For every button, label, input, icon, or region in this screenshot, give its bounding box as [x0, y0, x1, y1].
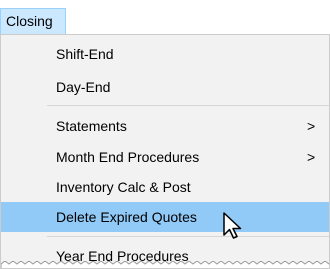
chevron-right-icon: > — [307, 149, 316, 165]
menu-item-inventory-calc-post[interactable]: Inventory Calc & Post — [1, 172, 329, 202]
menubar-closing-label: Closing — [6, 13, 53, 29]
menu-separator — [47, 236, 329, 237]
menu-separator — [47, 105, 329, 106]
menu-item-label: Shift-End — [56, 46, 114, 62]
menu-item-label: Statements — [56, 118, 127, 134]
menu-item-month-end-procedures[interactable]: Month End Procedures > — [1, 142, 329, 172]
menu-item-delete-expired-quotes[interactable]: Delete Expired Quotes — [1, 202, 329, 232]
menu-item-label: Delete Expired Quotes — [56, 209, 197, 225]
menu-item-label: Month End Procedures — [56, 149, 200, 165]
chevron-right-icon: > — [307, 118, 316, 134]
menubar-closing[interactable]: Closing — [0, 8, 66, 35]
closing-dropdown-menu: Shift-End Day-End Statements > Month End… — [0, 34, 330, 269]
menu-item-label: Day-End — [56, 79, 111, 95]
menu-item-label: Inventory Calc & Post — [56, 179, 191, 195]
torn-edge — [1, 261, 329, 268]
menu-item-shift-end[interactable]: Shift-End — [1, 39, 329, 69]
menu-item-statements[interactable]: Statements > — [1, 111, 329, 141]
menu-item-day-end[interactable]: Day-End — [1, 72, 329, 102]
arrow-pointer-icon — [223, 212, 242, 239]
screen: Closing Shift-End Day-End Statements > M… — [0, 0, 330, 269]
